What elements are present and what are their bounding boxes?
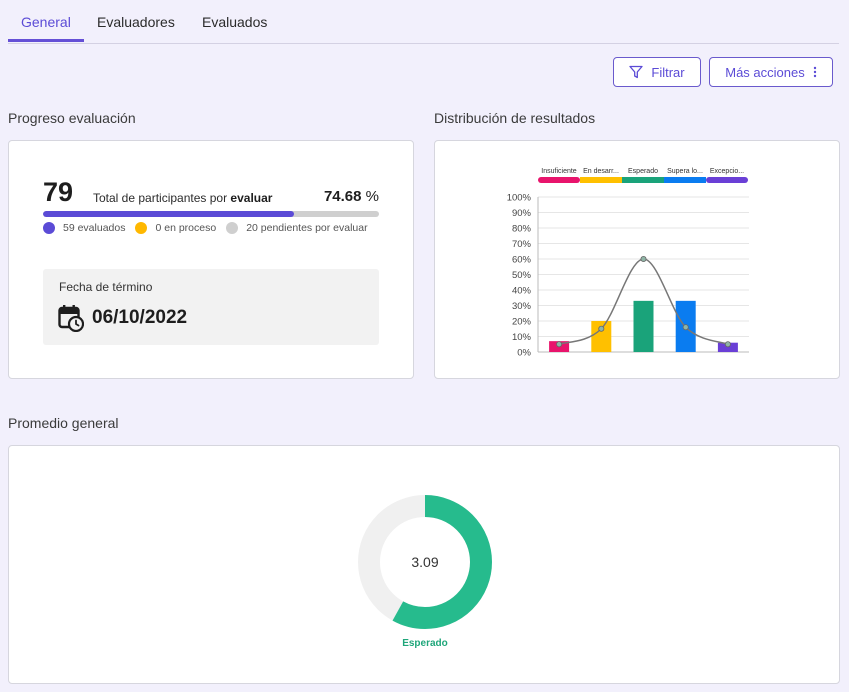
- y-tick-label: 90%: [512, 208, 532, 219]
- y-tick-label: 100%: [507, 193, 532, 204]
- legend-dot-yellow: [135, 222, 148, 234]
- total-participants-label: Total de participantes por evaluar: [93, 191, 272, 205]
- end-date-label: Fecha de término: [59, 280, 153, 294]
- legend-en-proceso: 0 en proceso: [135, 222, 216, 234]
- legend-band-1: [580, 177, 622, 183]
- active-tab-indicator: [8, 39, 84, 42]
- curve-point: [724, 341, 731, 348]
- bar: [633, 300, 654, 352]
- y-tick-label: 80%: [512, 224, 532, 235]
- y-tick-label: 0%: [517, 348, 531, 359]
- y-tick-label: 60%: [512, 255, 532, 266]
- legend-label: Supera lo...: [667, 168, 703, 175]
- y-tick-label: 70%: [512, 239, 532, 250]
- curve-point: [598, 325, 605, 332]
- legend-pendientes: 20 pendientes por evaluar: [226, 222, 368, 234]
- percent-value: 74.68: [323, 188, 362, 205]
- more-actions-label: Más acciones: [725, 64, 805, 80]
- y-tick-label: 40%: [512, 286, 532, 297]
- end-date-box: Fecha de término 06/10/2022: [43, 269, 379, 345]
- progress-percent: 74.68 %: [324, 188, 379, 205]
- legend-evaluados: 59 evaluados: [43, 222, 125, 234]
- distribution-chart: 0% 10% 20% 30% 40% 50% 60% 70% 80% 90% 100% Insufic…: [507, 168, 749, 359]
- legend-dot-gray: [226, 222, 239, 234]
- legend-label: Esperado: [628, 168, 658, 175]
- progress-bar: [43, 211, 379, 217]
- average-donut: 3.09: [358, 495, 492, 629]
- progress-legend: 59 evaluados 0 en proceso 20 pendientes …: [43, 222, 378, 234]
- tab-evaluados[interactable]: Evaluados: [202, 14, 267, 43]
- progress-card: 79 Total de participantes por evaluar 74…: [8, 140, 414, 379]
- y-tick-label: 30%: [512, 301, 532, 312]
- distribution-card: 0% 10% 20% 30% 40% 50% 60% 70% 80% 90% 100% Insufic…: [434, 140, 840, 379]
- legend-band-3: [664, 177, 706, 183]
- legend-en-proceso-label: 0 en proceso: [155, 222, 217, 234]
- legend-band-4: [706, 177, 748, 183]
- y-tick-label: 50%: [512, 270, 532, 281]
- total-participants-number: 79: [43, 177, 74, 207]
- average-label: Esperado: [402, 638, 448, 649]
- legend-band-2: [622, 177, 664, 183]
- filter-icon: [629, 65, 644, 79]
- filter-button-label: Filtrar: [651, 64, 685, 80]
- total-label-bold: evaluar: [230, 191, 273, 205]
- curve-point: [682, 324, 689, 331]
- legend-label: Excepcio...: [710, 168, 744, 175]
- average-card: 3.09 Esperado: [8, 445, 840, 684]
- legend-dot-purple: [43, 222, 55, 234]
- filter-button[interactable]: Filtrar: [613, 57, 701, 87]
- average-section-title: Promedio general: [8, 415, 119, 431]
- curve-point: [556, 341, 563, 348]
- more-actions-button[interactable]: Más acciones: [709, 57, 833, 87]
- tab-bar: General Evaluadores Evaluados: [8, 0, 839, 44]
- legend-band-0: [538, 177, 580, 183]
- end-date-value: 06/10/2022: [92, 307, 188, 328]
- curve-point: [640, 256, 647, 263]
- y-tick-label: 10%: [512, 332, 532, 343]
- legend-evaluados-label: 59 evaluados: [63, 222, 126, 234]
- bar: [591, 321, 612, 352]
- tab-evaluadores[interactable]: Evaluadores: [97, 14, 175, 43]
- legend-label: En desarr...: [583, 168, 619, 175]
- legend-pendientes-label: 20 pendientes por evaluar: [246, 222, 368, 234]
- distribution-section-title: Distribución de resultados: [434, 110, 596, 126]
- legend-label: Insuficiente: [541, 168, 577, 175]
- calendar-clock-icon: [58, 305, 84, 332]
- kebab-menu-icon: [813, 66, 816, 78]
- total-label-text: Total de participantes por: [93, 191, 231, 205]
- progress-bar-fill: [43, 211, 294, 217]
- y-tick-label: 20%: [512, 317, 532, 328]
- percent-sign: %: [365, 188, 379, 205]
- average-value: 3.09: [411, 554, 439, 570]
- progress-section-title: Progreso evaluación: [8, 110, 136, 126]
